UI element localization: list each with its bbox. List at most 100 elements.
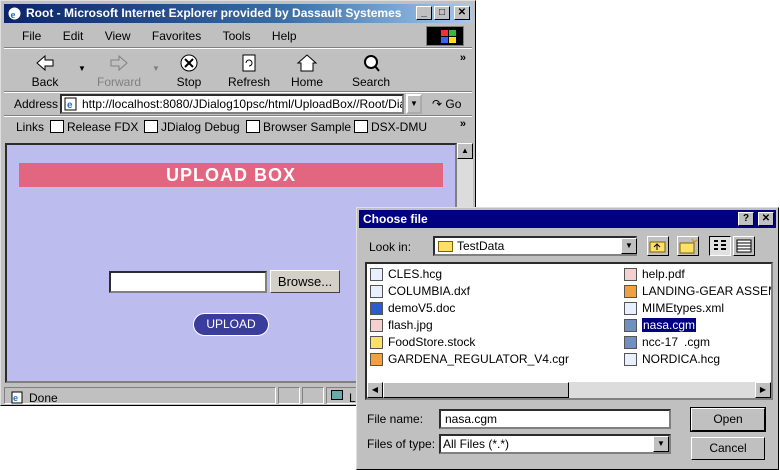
files-of-type-dropdown-icon[interactable]: ▼ <box>653 436 669 452</box>
dialog-close-button[interactable]: ✕ <box>758 212 774 226</box>
search-button[interactable]: Search <box>344 53 398 89</box>
cgm-file-icon <box>624 319 637 332</box>
cgr-file-icon <box>624 285 637 298</box>
back-dropdown-icon[interactable]: ▼ <box>78 64 86 73</box>
dialog-help-button[interactable]: ? <box>738 212 754 226</box>
file-item[interactable]: flash.jpg <box>369 317 433 334</box>
link-label: Release FDX <box>67 120 139 134</box>
look-in-value: TestData <box>457 239 505 253</box>
back-button[interactable]: Back <box>18 53 72 89</box>
links-chevron-icon[interactable]: » <box>460 118 466 130</box>
upload-button[interactable]: UPLOAD <box>193 313 269 336</box>
scroll-up-icon[interactable]: ▲ <box>457 143 473 159</box>
hcg-file-icon <box>370 268 383 281</box>
file-item[interactable]: COLUMBIA.dxf <box>369 283 470 300</box>
cgm-file-icon <box>624 336 637 349</box>
file-list-horizontal-scrollbar[interactable]: ◀ ▶ <box>367 382 771 398</box>
pdf-file-icon <box>624 268 637 281</box>
files-of-type-label: Files of type: <box>367 437 436 451</box>
file-name: flash.jpg <box>388 318 433 332</box>
file-item[interactable]: help.pdf <box>623 266 685 283</box>
page-icon: e <box>64 97 77 111</box>
file-item[interactable]: LANDING-GEAR ASSEMBL <box>623 283 771 300</box>
address-dropdown-icon[interactable]: ▼ <box>406 94 422 114</box>
menu-tools[interactable]: Tools <box>223 25 251 47</box>
refresh-icon <box>242 54 256 72</box>
file-list: CLES.hcg COLUMBIA.dxf demoV5.doc flash.j… <box>365 262 773 400</box>
file-item-selected[interactable]: nasa.cgm <box>623 317 698 334</box>
look-in-dropdown-icon[interactable]: ▼ <box>621 238 637 254</box>
search-label: Search <box>351 75 391 89</box>
file-name: GARDENA_REGULATOR_V4.cgr <box>388 352 569 366</box>
menu-edit[interactable]: Edit <box>63 25 84 47</box>
file-path-input[interactable] <box>109 271 267 293</box>
status-cell <box>302 387 324 404</box>
files-of-type-select[interactable]: All Files (*.*) <box>439 434 671 454</box>
browser-title-bar[interactable]: e Root - Microsoft Internet Explorer pro… <box>4 4 472 23</box>
toolbar-chevron-icon[interactable]: » <box>460 52 466 64</box>
link-dsx-dmu[interactable]: DSX-DMU <box>354 120 427 134</box>
svg-text:e: e <box>11 9 16 21</box>
up-one-level-button[interactable] <box>647 236 669 256</box>
details-view-button[interactable] <box>733 236 755 256</box>
links-bar: Links Release FDX JDialog Debug Browser … <box>4 117 472 137</box>
standard-toolbar: Back ▼ Forward ▼ Stop Refresh Home Searc… <box>4 49 472 91</box>
status-text: Done <box>29 391 58 405</box>
minimize-button[interactable]: _ <box>416 6 432 20</box>
dxf-file-icon <box>370 285 383 298</box>
file-item[interactable]: FoodStore.stock <box>369 334 475 351</box>
file-name: NORDICA.hcg <box>642 352 721 366</box>
link-label: JDialog Debug <box>161 120 240 134</box>
new-folder-button[interactable] <box>677 236 699 256</box>
back-label: Back <box>31 75 59 89</box>
look-in-select[interactable]: TestData <box>433 236 637 256</box>
file-item[interactable]: CLES.hcg <box>369 266 442 283</box>
link-browser-sample[interactable]: Browser Sample <box>246 120 351 134</box>
menu-favorites[interactable]: Favorites <box>152 25 201 47</box>
close-button[interactable]: ✕ <box>454 6 470 20</box>
menu-view[interactable]: View <box>105 25 131 47</box>
address-bar: Address e http://localhost:8080/JDialog1… <box>4 93 472 115</box>
file-item[interactable]: NORDICA.hcg <box>623 351 720 368</box>
ie-logo-icon: e <box>8 7 21 21</box>
file-item[interactable]: demoV5.doc <box>369 300 455 317</box>
go-button[interactable]: ↷ Go <box>432 97 461 111</box>
open-button[interactable]: Open <box>690 407 766 432</box>
search-icon <box>364 55 380 72</box>
browse-button[interactable]: Browse... <box>270 270 340 293</box>
file-item[interactable]: MIMEtypes.xml <box>623 300 724 317</box>
file-item[interactable]: ncc-17 .cgm <box>623 334 710 351</box>
stop-label: Stop <box>176 75 202 89</box>
menu-file[interactable]: File <box>22 25 41 47</box>
file-item[interactable]: GARDENA_REGULATOR_V4.cgr <box>369 351 569 368</box>
stop-icon <box>180 54 198 72</box>
file-name-input[interactable]: nasa.cgm <box>439 409 671 429</box>
windows-logo-icon <box>426 26 464 46</box>
address-label: Address <box>14 97 59 111</box>
forward-button[interactable]: Forward <box>92 53 146 89</box>
forward-dropdown-icon[interactable]: ▼ <box>152 64 160 73</box>
dialog-title-bar[interactable]: Choose file ? ✕ <box>359 210 776 228</box>
stop-button[interactable]: Stop <box>162 53 216 89</box>
scroll-right-icon[interactable]: ▶ <box>755 382 771 398</box>
link-release-fdx[interactable]: Release FDX <box>50 120 138 134</box>
status-cell <box>278 387 300 404</box>
link-label: Browser Sample <box>263 120 352 134</box>
file-name: FoodStore.stock <box>388 335 476 349</box>
page-done-icon: e <box>11 391 23 404</box>
look-in-label: Look in: <box>369 240 412 254</box>
home-button[interactable]: Home <box>280 53 334 89</box>
link-jdialog-debug[interactable]: JDialog Debug <box>144 120 240 134</box>
menu-help[interactable]: Help <box>272 25 297 47</box>
refresh-button[interactable]: Refresh <box>222 53 276 89</box>
link-label: DSX-DMU <box>371 120 427 134</box>
list-view-button[interactable] <box>709 236 731 256</box>
cgr-file-icon <box>370 353 383 366</box>
address-input[interactable]: e http://localhost:8080/JDialog10psc/htm… <box>60 94 404 114</box>
address-value: http://localhost:8080/JDialog10psc/html/… <box>82 97 404 111</box>
cancel-button[interactable]: Cancel <box>691 437 765 460</box>
maximize-button[interactable]: □ <box>434 6 450 20</box>
scroll-left-icon[interactable]: ◀ <box>367 382 383 398</box>
folder-icon <box>438 241 453 252</box>
scroll-thumb[interactable] <box>383 382 569 398</box>
